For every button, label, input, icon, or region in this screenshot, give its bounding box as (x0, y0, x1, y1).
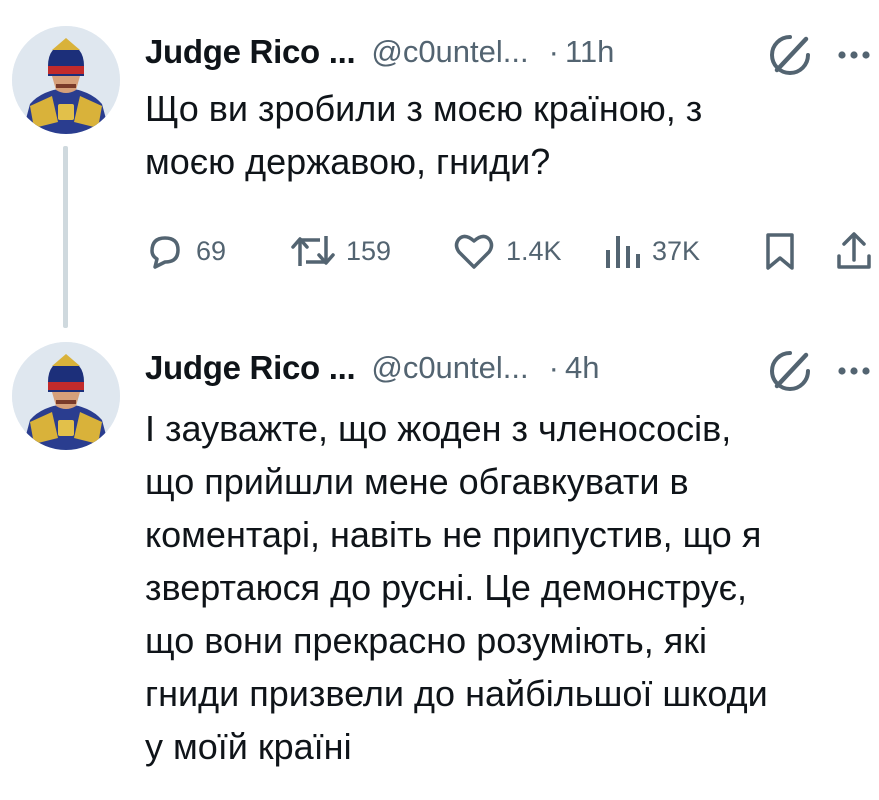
grok-icon[interactable] (768, 33, 812, 77)
user-handle[interactable]: @c0untel... (371, 34, 528, 70)
display-name[interactable]: Judge Rico ... (145, 349, 356, 387)
like-button[interactable]: 1.4K (452, 230, 562, 272)
more-icon[interactable] (836, 48, 872, 62)
like-count: 1.4K (506, 235, 562, 266)
display-name[interactable]: Judge Rico ... (145, 33, 356, 71)
grok-icon[interactable] (768, 349, 812, 393)
timestamp[interactable]: 4h (565, 350, 599, 386)
separator-dot: · (548, 350, 559, 385)
judge-avatar-image (12, 342, 120, 450)
share-button[interactable] (834, 230, 874, 272)
tweet-text: Що ви зробили з моєю країною, з моєю дер… (145, 88, 703, 182)
avatar[interactable] (12, 342, 120, 450)
bookmark-button[interactable] (762, 230, 798, 272)
tweet-text: І зауважте, що жоден з членососів, що пр… (145, 408, 768, 767)
tweet-header: Judge Rico ... @c0untel... · 4h (145, 344, 599, 392)
share-icon (837, 232, 871, 269)
thread-connector-line (63, 146, 68, 328)
tweet-1[interactable]: Judge Rico ... @c0untel... · 11h Що ви з… (0, 0, 879, 330)
retweet-icon (291, 236, 335, 266)
views-count: 37K (652, 235, 701, 266)
retweet-count: 159 (346, 235, 392, 266)
reply-count: 69 (196, 235, 227, 266)
retweet-button[interactable]: 159 (290, 230, 391, 272)
timestamp[interactable]: 11h (565, 34, 614, 70)
tweet-2[interactable]: Judge Rico ... @c0untel... · 4h І зауваж… (0, 330, 879, 800)
reply-icon (150, 236, 180, 269)
views-button[interactable]: 37K (602, 230, 700, 272)
tweet-header: Judge Rico ... @c0untel... · 11h (145, 28, 614, 76)
avatar[interactable] (12, 26, 120, 134)
views-chart-icon (606, 236, 640, 268)
more-icon[interactable] (836, 364, 872, 378)
bookmark-icon (766, 233, 794, 270)
tweet-actions-bar: 69 159 1.4K 37K (140, 224, 879, 284)
judge-avatar-image (12, 26, 120, 134)
heart-icon (454, 234, 494, 269)
reply-button[interactable]: 69 (144, 230, 226, 272)
user-handle[interactable]: @c0untel... (371, 350, 528, 386)
separator-dot: · (548, 34, 559, 69)
